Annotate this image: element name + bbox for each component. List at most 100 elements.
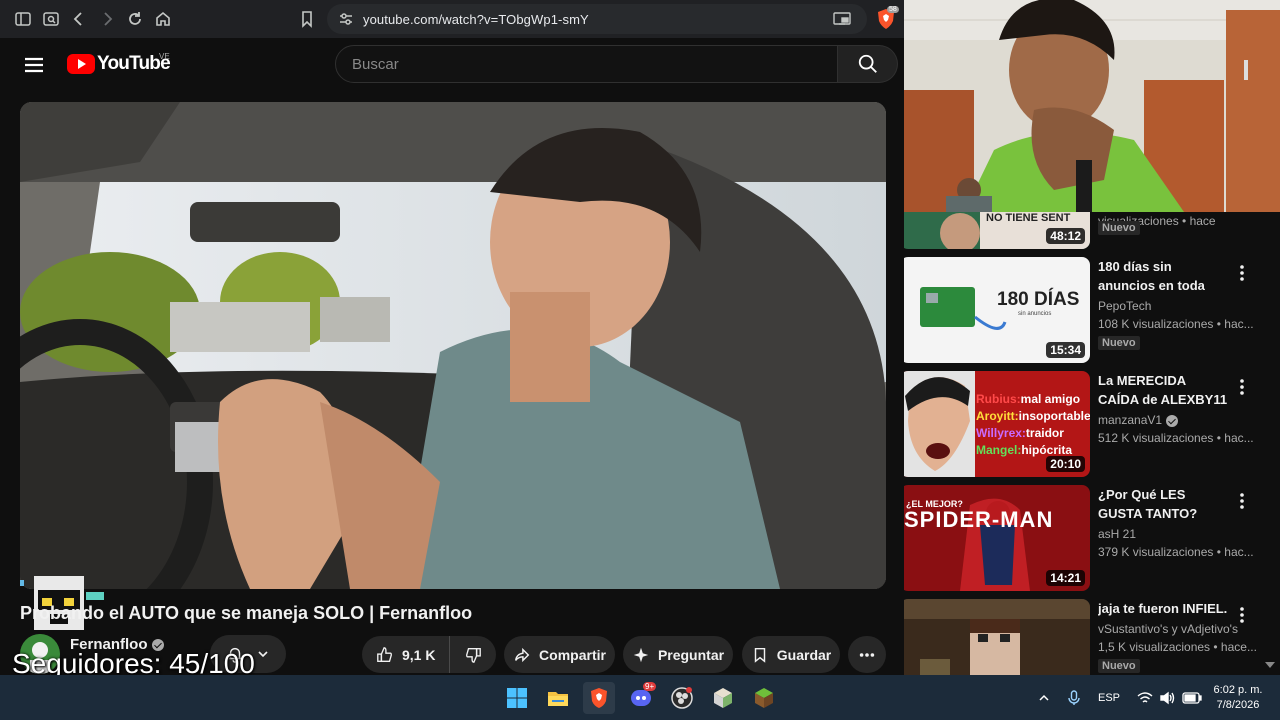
thumbnail-text: NO TIENE SENT: [986, 212, 1071, 224]
thumbnail-caption-name: Aroyitt:: [976, 409, 1019, 423]
more-options-icon[interactable]: [1230, 489, 1254, 513]
more-options-icon[interactable]: [1230, 603, 1254, 627]
app-cube-icon[interactable]: [707, 682, 739, 714]
video-thumbnail[interactable]: [904, 599, 1090, 675]
forward-icon[interactable]: [93, 5, 121, 33]
recommendation-item[interactable]: 180 DÍAS sin anuncios 15:34 180 días sin…: [904, 257, 1276, 363]
battery-icon[interactable]: [1181, 675, 1203, 720]
site-settings-icon[interactable]: [337, 10, 355, 28]
search-icon: [858, 54, 877, 73]
video-title[interactable]: 180 días sin anuncios en toda m...: [1098, 257, 1228, 295]
url-text[interactable]: youtube.com/watch?v=TObgWp1-smY: [363, 12, 589, 27]
video-player[interactable]: [20, 102, 886, 589]
thumbnail-text: 180 DÍAS: [997, 289, 1080, 310]
thumbnail-caption-name: Mangel:: [976, 443, 1022, 457]
channel-name[interactable]: asH 21: [1098, 525, 1228, 543]
address-bar[interactable]: youtube.com/watch?v=TObgWp1-smY: [327, 4, 867, 34]
browser-toolbar: youtube.com/watch?v=TObgWp1-smY 58: [0, 0, 904, 38]
like-button[interactable]: 9,1 K: [362, 636, 450, 673]
video-frame: [20, 102, 886, 589]
like-count: 9,1 K: [402, 646, 436, 663]
recommendation-item[interactable]: ¿EL MEJOR? SPIDER-MAN 14:21 ¿Por Qué LES…: [904, 485, 1276, 591]
thumbnail-caption-name: Rubius:: [976, 392, 1021, 406]
scroll-down-arrow[interactable]: [1265, 662, 1275, 668]
channel-name[interactable]: PepoTech: [1098, 297, 1228, 315]
chevron-down-icon: [258, 651, 268, 658]
video-thumbnail[interactable]: 180 DÍAS sin anuncios 15:34: [904, 257, 1090, 363]
thumbnail-subtext: sin anuncios: [1018, 311, 1052, 317]
microphone-icon[interactable]: [1064, 675, 1084, 720]
thumbnail-caption-name: Willyrex:: [976, 426, 1026, 440]
save-bookmark-icon: [754, 647, 765, 663]
hamburger-menu-icon[interactable]: [22, 53, 46, 77]
like-dislike-group: 9,1 K: [362, 636, 496, 673]
tab-search-icon[interactable]: [37, 5, 65, 33]
reload-icon[interactable]: [121, 5, 149, 33]
new-badge: Nuevo: [1098, 221, 1140, 235]
view-count: 512 K visualizaciones • hac...: [1098, 431, 1254, 445]
share-button[interactable]: Compartir: [504, 636, 615, 673]
search-input[interactable]: [336, 46, 837, 82]
save-label: Guardar: [776, 646, 832, 663]
start-windows-icon[interactable]: [501, 682, 533, 714]
home-icon[interactable]: [149, 5, 177, 33]
video-title[interactable]: jaja te fueron INFIEL.: [1098, 599, 1228, 618]
channel-name[interactable]: manzanaV1: [1098, 411, 1228, 429]
file-explorer-icon[interactable]: [542, 682, 574, 714]
wifi-icon[interactable]: [1135, 675, 1155, 720]
video-duration: 14:21: [1046, 570, 1085, 586]
obs-icon[interactable]: [666, 682, 698, 714]
language-indicator[interactable]: ESP: [1094, 675, 1124, 720]
channel-name-text[interactable]: manzanaV1: [1098, 413, 1162, 427]
dislike-button[interactable]: [450, 646, 496, 664]
shield-count-badge: 58: [887, 6, 899, 13]
ask-label: Preguntar: [657, 646, 725, 663]
thumbnail-caption-text: mal amigo: [1020, 392, 1081, 406]
brave-browser-icon[interactable]: [583, 682, 615, 714]
more-options-icon[interactable]: [1230, 261, 1254, 285]
video-thumbnail[interactable]: ¿EL MEJOR? SPIDER-MAN 14:21: [904, 485, 1090, 591]
webcam-frame: [904, 0, 1280, 212]
recommendation-info: jaja te fueron INFIEL. vSustantivo's y v…: [1098, 599, 1257, 674]
youtube-header: YouTube VE: [0, 38, 904, 92]
cast-icon[interactable]: [833, 11, 851, 27]
recommendation-info: ¿Por Qué LES GUSTA TANTO? Spider-Ma... a…: [1098, 485, 1254, 561]
clock-date: 7/8/2026: [1216, 699, 1260, 711]
recommendation-info: La MERECIDA CAÍDA de ALEXBY11 manzanaV1 …: [1098, 371, 1254, 447]
back-icon[interactable]: [65, 5, 93, 33]
webcam-overlay: [904, 0, 1280, 212]
search-button[interactable]: [838, 45, 898, 83]
discord-icon[interactable]: 9+: [625, 682, 657, 714]
show-hidden-icons-chevron-icon[interactable]: [1034, 675, 1054, 720]
save-button[interactable]: Guardar: [742, 636, 840, 673]
video-duration: 20:10: [1046, 456, 1085, 472]
volume-icon[interactable]: [1158, 675, 1178, 720]
recommendation-item[interactable]: jaja te fueron INFIEL. vSustantivo's y v…: [904, 599, 1276, 675]
brave-shields-icon[interactable]: 58: [876, 6, 899, 30]
new-badge: Nuevo: [1098, 659, 1140, 673]
thumbnail-caption-text: hipócrita: [1021, 443, 1073, 457]
channel-name[interactable]: vSustantivo's y vAdjetivo's: [1098, 620, 1238, 638]
view-count: 379 K visualizaciones • hac...: [1098, 545, 1254, 559]
sidebar-toggle-icon[interactable]: [9, 5, 37, 33]
thumbs-down-icon: [466, 647, 481, 663]
video-thumbnail[interactable]: Rubius:mal amigo Aroyitt:insoportable! W…: [904, 371, 1090, 477]
view-count: 108 K visualizaciones • hac...: [1098, 317, 1254, 331]
bookmark-icon[interactable]: [293, 5, 321, 33]
video-thumbnail[interactable]: NO TIENE SENT 48:12: [904, 212, 1090, 249]
share-icon: [515, 647, 530, 662]
recommendation-item[interactable]: Rubius:mal amigo Aroyitt:insoportable! W…: [904, 371, 1276, 477]
video-duration: 15:34: [1046, 342, 1085, 358]
system-clock[interactable]: 6:02 p. m. 7/8/2026: [1208, 683, 1268, 713]
recommendation-item[interactable]: NO TIENE SENT 48:12 visualizaciones • ha…: [904, 212, 1276, 249]
ask-button[interactable]: Preguntar: [623, 636, 733, 673]
more-actions-button[interactable]: [848, 636, 886, 673]
search-box[interactable]: [335, 45, 838, 83]
minecraft-launcher-icon[interactable]: [748, 682, 780, 714]
share-label: Compartir: [539, 646, 606, 663]
video-title[interactable]: La MERECIDA CAÍDA de ALEXBY11: [1098, 371, 1228, 409]
youtube-logo[interactable]: YouTube: [67, 53, 171, 75]
video-title: Probando el AUTO que se maneja SOLO | Fe…: [20, 603, 473, 623]
video-title[interactable]: ¿Por Qué LES GUSTA TANTO? Spider-Ma...: [1098, 485, 1228, 523]
more-options-icon[interactable]: [1230, 375, 1254, 399]
